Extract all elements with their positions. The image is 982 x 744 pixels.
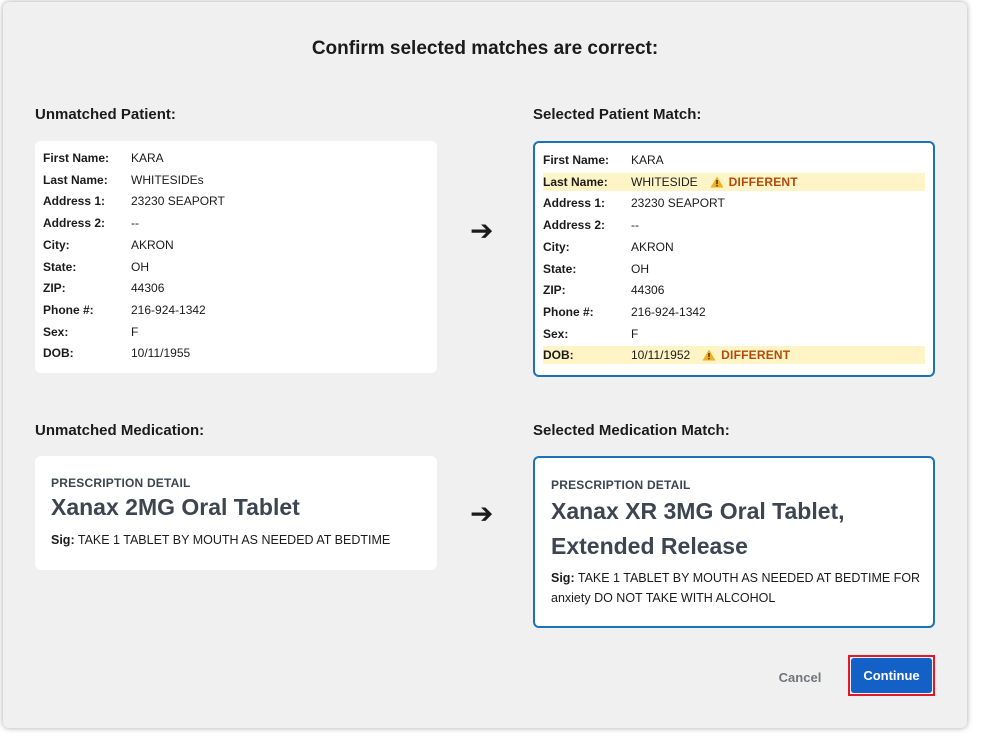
patient-field-row: City: AKRON [43,236,429,254]
patient-field-row: Sex: F [543,325,925,343]
rx-name-line2: Extended Release [551,533,748,559]
field-label: ZIP: [43,281,66,296]
field-label: Sex: [43,324,69,339]
sig-label: Sig: [551,571,575,585]
field-label: Last Name: [43,172,108,187]
field-value: AKRON [631,239,674,254]
field-value: -- [131,216,139,231]
field-value: WHITESIDE [631,174,698,189]
rx-eyebrow: PRESCRIPTION DETAIL [551,478,691,492]
field-label: Sex: [543,326,569,341]
medication-arrow-icon: ➔ [470,498,494,529]
patient-field-row: City: AKRON [543,238,925,256]
patient-field-row: Sex: F [43,323,429,341]
field-value: 44306 [631,283,665,298]
field-value: AKRON [131,237,174,252]
patient-field-row: Phone #: 216-924-1342 [543,303,925,321]
field-value: 44306 [131,281,165,296]
field-value: 216-924-1342 [131,302,206,317]
confirm-matches-modal: Confirm selected matches are correct: Un… [3,2,967,728]
field-value: WHITESIDEs [131,172,204,187]
field-label: Phone #: [543,304,594,319]
field-value: 216-924-1342 [631,304,706,319]
selected-patient-label: Selected Patient Match: [533,106,702,123]
field-label: First Name: [543,153,610,167]
patient-field-row: State: OH [543,260,925,278]
sig-text-line1: TAKE 1 TABLET BY MOUTH AS NEEDED AT BEDT… [577,571,921,585]
warning-icon [710,176,724,188]
selected-medication-card: PRESCRIPTION DETAIL Xanax XR 3MG Oral Ta… [533,456,935,628]
field-label: Address 1: [543,196,606,211]
continue-button[interactable]: Continue [851,658,932,693]
field-value: OH [631,261,649,276]
patient-field-row: ZIP: 44306 [43,279,429,297]
field-value: KARA [131,151,164,165]
rx-eyebrow: PRESCRIPTION DETAIL [51,476,191,490]
field-value: F [131,324,139,339]
patient-field-row: DOB: 10/11/1955 [43,344,429,362]
different-badge: DIFFERENT [710,175,798,189]
patient-field-row: Address 2: -- [43,214,429,232]
patient-field-row: Last Name: WHITESIDEs [43,171,429,189]
selected-patient-card: First Name: KARA Last Name: WHITESIDE DIFFER… [533,141,935,377]
patient-field-row: Address 1: 23230 SEAPORT [43,192,429,210]
field-label: Address 1: [43,194,106,209]
field-label: DOB: [43,346,74,361]
field-label: State: [543,261,577,276]
field-value: 23230 SEAPORT [631,196,725,211]
patient-field-row: ZIP: 44306 [543,281,925,299]
field-value: OH [131,259,149,274]
sig-text: TAKE 1 TABLET BY MOUTH AS NEEDED AT BEDT… [77,533,391,547]
patient-field-row: Phone #: 216-924-1342 [43,301,429,319]
field-label: Address 2: [543,218,606,233]
field-label: ZIP: [543,283,566,298]
patient-field-row: Address 2: -- [543,216,925,234]
field-value: KARA [631,153,664,167]
field-label: City: [43,237,70,252]
patient-field-row: Last Name: WHITESIDE DIFFERENT [543,172,925,191]
field-value: F [631,326,639,341]
sig-label: Sig: [51,533,75,547]
different-label: DIFFERENT [728,174,798,189]
rx-sig: Sig: TAKE 1 TABLET BY MOUTH AS NEEDED AT… [551,568,920,608]
field-value: 10/11/1952 [631,348,691,363]
field-value: 23230 SEAPORT [131,194,225,209]
field-label: State: [43,259,77,274]
field-label: City: [543,239,570,254]
rx-name-line1: Xanax XR 3MG Oral Tablet, [551,498,845,524]
patient-field-row: First Name: KARA [43,149,429,167]
field-label: Last Name: [543,174,608,189]
unmatched-patient-card: First Name: KARA Last Name: WHITESIDEs Addre… [35,141,437,373]
different-label: DIFFERENT [721,348,791,363]
patient-field-row: DOB: 10/11/1952 DIFFERENT [543,346,925,365]
patient-field-row: Address 1: 23230 SEAPORT [543,194,925,212]
rx-name: Xanax 2MG Oral Tablet [51,494,300,520]
field-label: DOB: [543,348,574,363]
unmatched-medication-label: Unmatched Medication: [35,422,205,439]
different-badge: DIFFERENT [702,348,790,362]
modal-title: Confirm selected matches are correct: [311,38,659,59]
field-label: Phone #: [43,302,94,317]
field-value: 10/11/1955 [131,346,191,361]
rx-sig: Sig: TAKE 1 TABLET BY MOUTH AS NEEDED AT… [51,530,390,550]
patient-field-row: First Name: KARA [543,151,925,169]
unmatched-medication-card: PRESCRIPTION DETAIL Xanax 2MG Oral Table… [35,456,437,570]
cancel-button[interactable]: Cancel [770,665,830,691]
patient-arrow-icon: ➔ [470,215,494,246]
patient-field-row: State: OH [43,258,429,276]
field-label: First Name: [43,151,110,165]
field-value: -- [631,218,639,233]
sig-text-line2: anxiety DO NOT TAKE WITH ALCOHOL [551,591,776,605]
unmatched-patient-label: Unmatched Patient: [35,106,176,123]
field-label: Address 2: [43,216,106,231]
warning-icon [702,349,716,361]
selected-medication-label: Selected Medication Match: [533,422,730,439]
